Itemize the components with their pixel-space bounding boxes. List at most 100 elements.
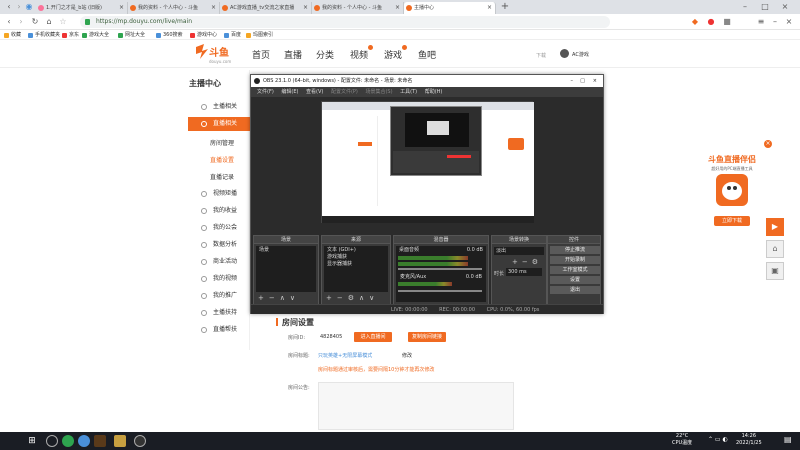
sidebar-item-help[interactable]: 直播帮扶 — [188, 323, 250, 337]
announce-textarea[interactable] — [318, 382, 514, 430]
close-tab-icon[interactable]: × — [119, 2, 124, 14]
browser-tab-4[interactable]: 我的资料 - 个人中心 - 斗鱼 × — [312, 2, 404, 14]
bookmark-item[interactable]: 360搜索 — [156, 31, 183, 39]
modify-link[interactable]: 修改 — [402, 352, 412, 359]
extension-icon[interactable]: ◆ — [690, 17, 700, 27]
extension-icon[interactable]: ■ — [722, 17, 732, 27]
clock[interactable]: 14:26 2022/1/25 — [736, 433, 762, 447]
sidebar-sub-settings[interactable]: 直播设置 — [210, 155, 234, 164]
sidebar-sub-room[interactable]: 房间管理 — [210, 138, 234, 147]
obs-menu-help[interactable]: 帮助(H) — [425, 89, 443, 95]
close-icon[interactable]: × — [764, 140, 772, 148]
sidebar-item-business[interactable]: 商业活动 — [188, 255, 250, 269]
sidebar-sub-record[interactable]: 直播记录 — [210, 172, 234, 181]
start-record-button[interactable]: 开始录制 — [550, 256, 600, 264]
extension-icon[interactable]: ● — [706, 17, 716, 27]
obs-taskbar-icon[interactable] — [134, 435, 146, 447]
bookmark-item[interactable]: 游戏大全 — [82, 31, 109, 39]
obs-preview[interactable] — [321, 101, 534, 223]
bookmark-item[interactable]: 手机收藏夹 — [28, 31, 60, 39]
douyu-logo[interactable]: 斗鱼 douyu.com — [194, 43, 240, 65]
bookmark-item[interactable]: 百度 — [224, 31, 241, 39]
new-tab-icon[interactable]: + — [500, 2, 510, 12]
minimize-icon[interactable]: – — [571, 75, 574, 87]
back-icon[interactable]: ‹ — [4, 2, 14, 12]
avatar[interactable] — [560, 49, 569, 58]
game-taskbar-icon[interactable] — [94, 435, 106, 447]
user-name[interactable]: AC游戏 — [572, 51, 589, 58]
game-taskbar-icon[interactable] — [114, 435, 126, 447]
tray-icons[interactable]: ⌃ ▭ ◐ — [708, 436, 728, 443]
close-tab-icon[interactable]: × — [211, 2, 216, 14]
close-icon[interactable]: × — [593, 75, 597, 87]
bookmark-item[interactable]: 收藏 — [4, 31, 21, 39]
sidebar-item-support[interactable]: 主播扶持 — [188, 306, 250, 320]
sidebar-item-guild[interactable]: 我的公会 — [188, 221, 250, 235]
obs-menu-tools[interactable]: 工具(T) — [400, 89, 417, 95]
forward-icon[interactable]: › — [16, 17, 26, 27]
duration-input[interactable]: 300 ms — [506, 268, 542, 276]
nav-category[interactable]: 分类 — [316, 48, 334, 61]
star-icon[interactable]: ☆ — [58, 17, 68, 27]
reload-icon[interactable]: ↻ — [30, 17, 40, 27]
home-icon[interactable]: ⌂ — [766, 240, 784, 258]
settings-button[interactable]: 设置 — [550, 276, 600, 284]
forward-icon[interactable]: › — [14, 2, 24, 12]
search-icon[interactable] — [46, 435, 58, 447]
obs-menu-scene-collection[interactable]: 场景集合(S) — [365, 89, 392, 95]
sidebar-item-myvideo[interactable]: 我的视频 — [188, 272, 250, 286]
obs-menu-profile[interactable]: 配置文件(P) — [331, 89, 358, 95]
back-icon[interactable]: ‹ — [4, 17, 14, 27]
weather-widget[interactable]: 22°C CPU温度 — [672, 433, 692, 447]
close-tab-icon[interactable]: × — [487, 2, 492, 14]
stop-stream-button[interactable]: 停止推流 — [550, 246, 600, 254]
nav-game[interactable]: 游戏 — [384, 45, 408, 61]
sidebar-item-promo[interactable]: 我的推广 — [188, 289, 250, 303]
enter-room-button[interactable]: 进入直播间 — [354, 332, 392, 342]
nav-home[interactable]: 首页 — [252, 48, 270, 61]
play-icon[interactable]: ▶ — [766, 218, 784, 236]
download-link[interactable]: 下载 — [536, 52, 546, 59]
download-button[interactable]: 立即下载 — [714, 216, 750, 226]
browser-tab-1[interactable]: 1.开门之才是_b站 (旧版) × — [36, 2, 128, 14]
maximize-icon[interactable]: □ — [580, 75, 585, 87]
bookmark-item[interactable]: 玛图索引 — [246, 31, 273, 39]
scene-controls[interactable]: +−∧∨ — [258, 294, 300, 302]
studio-mode-button[interactable]: 工作室模式 — [550, 266, 600, 274]
close-tab-icon[interactable]: × — [303, 2, 308, 14]
sidebar-item-video[interactable]: 视频矩播 — [188, 187, 250, 201]
exit-button[interactable]: 退出 — [550, 286, 600, 294]
maximize-icon[interactable]: □ — [760, 2, 770, 12]
sidebar-item-data[interactable]: 数据分析 — [188, 238, 250, 252]
transition-controls[interactable]: +−⚙ — [512, 258, 542, 266]
browser-tab-3[interactable]: AC游戏直播_tv交流之家直播 × — [220, 2, 312, 14]
windows-start-icon[interactable]: ⊞ — [26, 435, 38, 447]
nav-video[interactable]: 视频 — [350, 45, 374, 61]
sidebar-item-anchor[interactable]: 主播相关 — [188, 100, 250, 114]
close-tab-icon[interactable]: × — [395, 2, 400, 14]
close-window-icon[interactable]: × — [780, 2, 790, 12]
scene-item[interactable]: 场景 — [257, 247, 315, 254]
bookmark-item[interactable]: 京东 — [62, 31, 79, 39]
volume-slider[interactable] — [398, 290, 482, 292]
nav-fishbar[interactable]: 鱼吧 — [418, 48, 436, 61]
source-item[interactable]: 游戏捕获 — [325, 254, 387, 261]
source-controls[interactable]: +−⚙∧∨ — [326, 294, 379, 302]
minimize-icon[interactable]: – — [770, 17, 780, 27]
obs-menu-file[interactable]: 文件(F) — [257, 89, 274, 95]
notification-icon[interactable]: ▤ — [784, 435, 792, 444]
transition-select[interactable]: 淡出 — [494, 247, 544, 255]
source-item[interactable]: 文本 (GDI+) — [325, 247, 387, 254]
app-taskbar-icon[interactable] — [78, 435, 90, 447]
bookmark-item[interactable]: 游戏中心 — [190, 31, 217, 39]
obs-menu-view[interactable]: 查看(V) — [306, 89, 323, 95]
browser-tab-2[interactable]: 我的资料 - 个人中心 - 斗鱼 × — [128, 2, 220, 14]
browser-tab-5[interactable]: 主播中心 × — [404, 2, 496, 14]
source-item[interactable]: 显示器捕获 — [325, 261, 387, 268]
bookmark-item[interactable]: 网址大全 — [118, 31, 145, 39]
browser-taskbar-icon[interactable] — [62, 435, 74, 447]
volume-slider[interactable] — [398, 268, 482, 270]
copy-link-button[interactable]: 复制房间链接 — [408, 332, 446, 342]
url-input[interactable]: https://mp.douyu.com/live/main — [80, 16, 610, 28]
home-icon[interactable]: ⌂ — [44, 17, 54, 27]
